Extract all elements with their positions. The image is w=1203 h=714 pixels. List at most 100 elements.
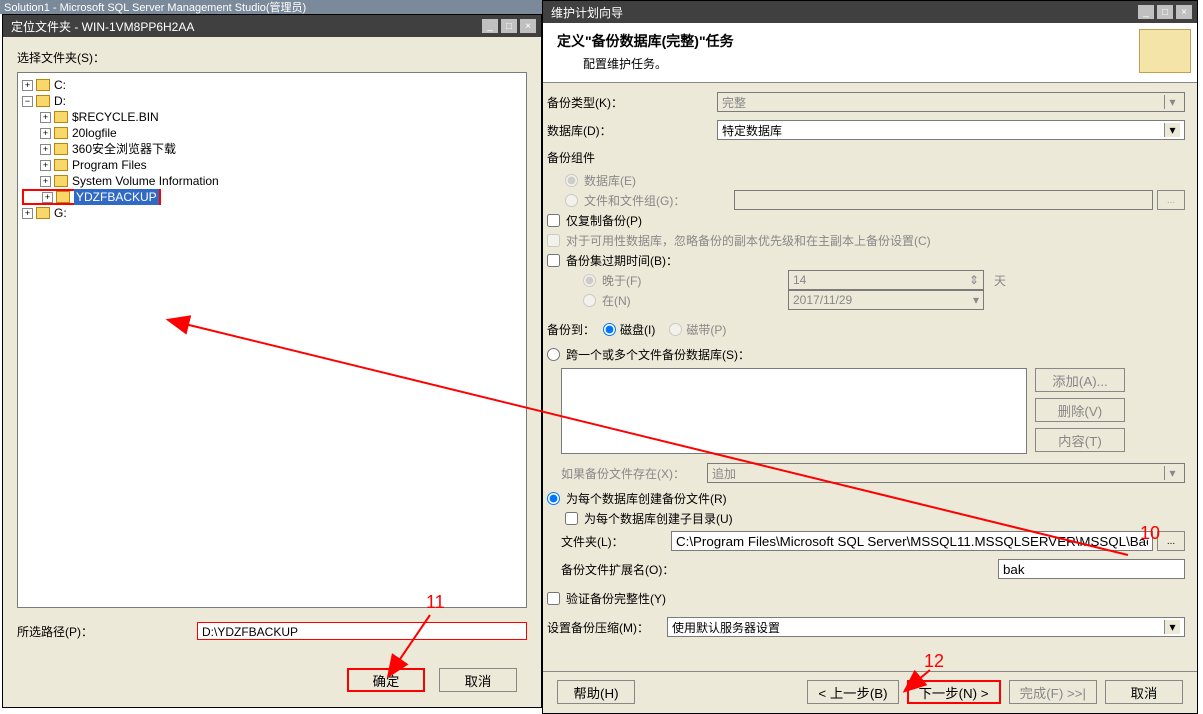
expand-icon[interactable]: + bbox=[40, 128, 51, 139]
expand-icon[interactable]: + bbox=[22, 208, 33, 219]
extension-label: 备份文件扩展名(O)： bbox=[561, 561, 998, 578]
maximize-button[interactable]: □ bbox=[1156, 4, 1174, 20]
if-exists-value: 追加 bbox=[712, 465, 736, 482]
tree-label: 360安全浏览器下载 bbox=[72, 141, 176, 157]
backup-type-label: 备份类型(K)： bbox=[547, 94, 717, 111]
folder-icon bbox=[36, 79, 50, 91]
wizard-header: 定义"备份数据库(完整)"任务 配置维护任务。 bbox=[543, 23, 1197, 83]
backup-to-tape-radio bbox=[669, 323, 682, 336]
folder-icon bbox=[54, 159, 68, 171]
extension-input[interactable] bbox=[998, 559, 1185, 579]
select-folder-label: 选择文件夹(S)： bbox=[17, 49, 527, 66]
per-db-file-radio[interactable] bbox=[547, 492, 560, 505]
component-section-label: 备份组件 bbox=[547, 149, 1185, 166]
tree-item[interactable]: + 20logfile bbox=[22, 125, 522, 141]
component-files-browse: ... bbox=[1157, 190, 1185, 210]
across-files-radio[interactable] bbox=[547, 348, 560, 361]
tree-item[interactable]: + $RECYCLE.BIN bbox=[22, 109, 522, 125]
tree-label: D: bbox=[54, 93, 66, 109]
ok-button[interactable]: 确定 bbox=[347, 668, 425, 692]
verify-checkbox[interactable] bbox=[547, 592, 560, 605]
maximize-button[interactable]: □ bbox=[500, 18, 518, 34]
back-button[interactable]: < 上一步(B) bbox=[807, 680, 898, 704]
cancel-button[interactable]: 取消 bbox=[439, 668, 517, 692]
backup-type-combo: 完整 ▾ bbox=[717, 92, 1185, 112]
across-files-label: 跨一个或多个文件备份数据库(S)： bbox=[566, 346, 750, 363]
wizard-titlebar: 维护计划向导 _ □ × bbox=[543, 1, 1197, 23]
cancel-button[interactable]: 取消 bbox=[1105, 680, 1183, 704]
backup-to-disk-radio[interactable] bbox=[603, 323, 616, 336]
per-db-file-label: 为每个数据库创建备份文件(R) bbox=[566, 490, 727, 507]
component-db-label: 数据库(E) bbox=[584, 172, 636, 189]
expand-icon[interactable]: + bbox=[22, 80, 33, 91]
close-button[interactable]: × bbox=[519, 18, 537, 34]
verify-label: 验证备份完整性(Y) bbox=[566, 590, 666, 607]
database-value: 特定数据库 bbox=[722, 122, 782, 139]
dropdown-icon: ▾ bbox=[973, 293, 979, 307]
component-files-label: 文件和文件组(G)： bbox=[584, 192, 734, 209]
selected-path-input[interactable]: D:\YDZFBACKUP bbox=[197, 622, 527, 640]
minimize-button[interactable]: _ bbox=[1137, 4, 1155, 20]
tree-item-d[interactable]: − D: bbox=[22, 93, 522, 109]
folder-icon bbox=[54, 143, 68, 155]
tree-label: G: bbox=[54, 205, 67, 221]
backup-to-tape-label: 磁带(P) bbox=[686, 321, 726, 338]
tree-item[interactable]: + System Volume Information bbox=[22, 173, 522, 189]
copy-only-checkbox[interactable] bbox=[547, 214, 560, 227]
wizard-title: 维护计划向导 bbox=[547, 4, 1137, 21]
folder-icon bbox=[54, 127, 68, 139]
folder-dialog-title: 定位文件夹 - WIN-1VM8PP6H2AA bbox=[7, 18, 481, 35]
dropdown-icon[interactable]: ▾ bbox=[1164, 123, 1180, 137]
remove-file-button: 删除(V) bbox=[1035, 398, 1125, 422]
copy-only-label: 仅复制备份(P) bbox=[566, 212, 642, 229]
backup-files-listbox bbox=[561, 368, 1027, 454]
close-button[interactable]: × bbox=[1175, 4, 1193, 20]
expire-checkbox[interactable] bbox=[547, 254, 560, 267]
expire-after-label: 晚于(F) bbox=[602, 272, 788, 289]
if-exists-label: 如果备份文件存在(X)： bbox=[561, 465, 707, 482]
next-button[interactable]: 下一步(N) > bbox=[907, 680, 1001, 704]
expand-icon[interactable]: + bbox=[40, 176, 51, 187]
app-titlebar: Solution1 - Microsoft SQL Server Managem… bbox=[0, 0, 543, 14]
wizard-banner-icon bbox=[1139, 29, 1191, 73]
tree-item-g[interactable]: + G: bbox=[22, 205, 522, 221]
backup-to-disk-label: 磁盘(I) bbox=[620, 321, 655, 338]
folder-tree[interactable]: + C: − D: + $RECYCLE.BIN + 20logfile + bbox=[17, 72, 527, 608]
tree-label-selected: YDZFBACKUP bbox=[74, 189, 159, 205]
tree-item[interactable]: + Program Files bbox=[22, 157, 522, 173]
minimize-button[interactable]: _ bbox=[481, 18, 499, 34]
collapse-icon[interactable]: − bbox=[22, 96, 33, 107]
database-combo[interactable]: 特定数据库 ▾ bbox=[717, 120, 1185, 140]
tree-item-ydzfbackup[interactable]: + YDZFBACKUP bbox=[22, 189, 161, 205]
folder-icon bbox=[36, 207, 50, 219]
availability-label: 对于可用性数据库，忽略备份的副本优先级和在主副本上备份设置(C) bbox=[566, 232, 931, 249]
tree-label: System Volume Information bbox=[72, 173, 219, 189]
dropdown-icon[interactable]: ▾ bbox=[1164, 620, 1180, 634]
per-db-subdir-label: 为每个数据库创建子目录(U) bbox=[584, 510, 733, 527]
help-button[interactable]: 帮助(H) bbox=[557, 680, 635, 704]
contents-button: 内容(T) bbox=[1035, 428, 1125, 452]
finish-button: 完成(F) >>| bbox=[1009, 680, 1097, 704]
folder-input[interactable] bbox=[671, 531, 1153, 551]
wizard-header-title: 定义"备份数据库(完整)"任务 bbox=[557, 31, 734, 51]
compression-label: 设置备份压缩(M)： bbox=[547, 619, 667, 636]
tree-item-c[interactable]: + C: bbox=[22, 77, 522, 93]
backup-to-label: 备份到： bbox=[547, 321, 595, 338]
expand-icon[interactable]: + bbox=[40, 144, 51, 155]
per-db-subdir-checkbox[interactable] bbox=[565, 512, 578, 525]
tree-label: C: bbox=[54, 77, 66, 93]
availability-checkbox bbox=[547, 234, 560, 247]
folder-icon bbox=[54, 111, 68, 123]
compression-combo[interactable]: 使用默认服务器设置 ▾ bbox=[667, 617, 1185, 637]
folder-icon bbox=[36, 95, 50, 107]
expand-icon[interactable]: + bbox=[42, 192, 53, 203]
expand-icon[interactable]: + bbox=[40, 160, 51, 171]
expire-days-value: 14 bbox=[793, 273, 806, 287]
folder-browse-button[interactable]: ... bbox=[1157, 531, 1185, 551]
expire-label: 备份集过期时间(B)： bbox=[566, 252, 678, 269]
expire-days-spinner: 14 ⇕ bbox=[788, 270, 984, 290]
expand-icon[interactable]: + bbox=[40, 112, 51, 123]
folder-label: 文件夹(L)： bbox=[561, 533, 671, 550]
database-label: 数据库(D)： bbox=[547, 122, 717, 139]
tree-item[interactable]: + 360安全浏览器下载 bbox=[22, 141, 522, 157]
